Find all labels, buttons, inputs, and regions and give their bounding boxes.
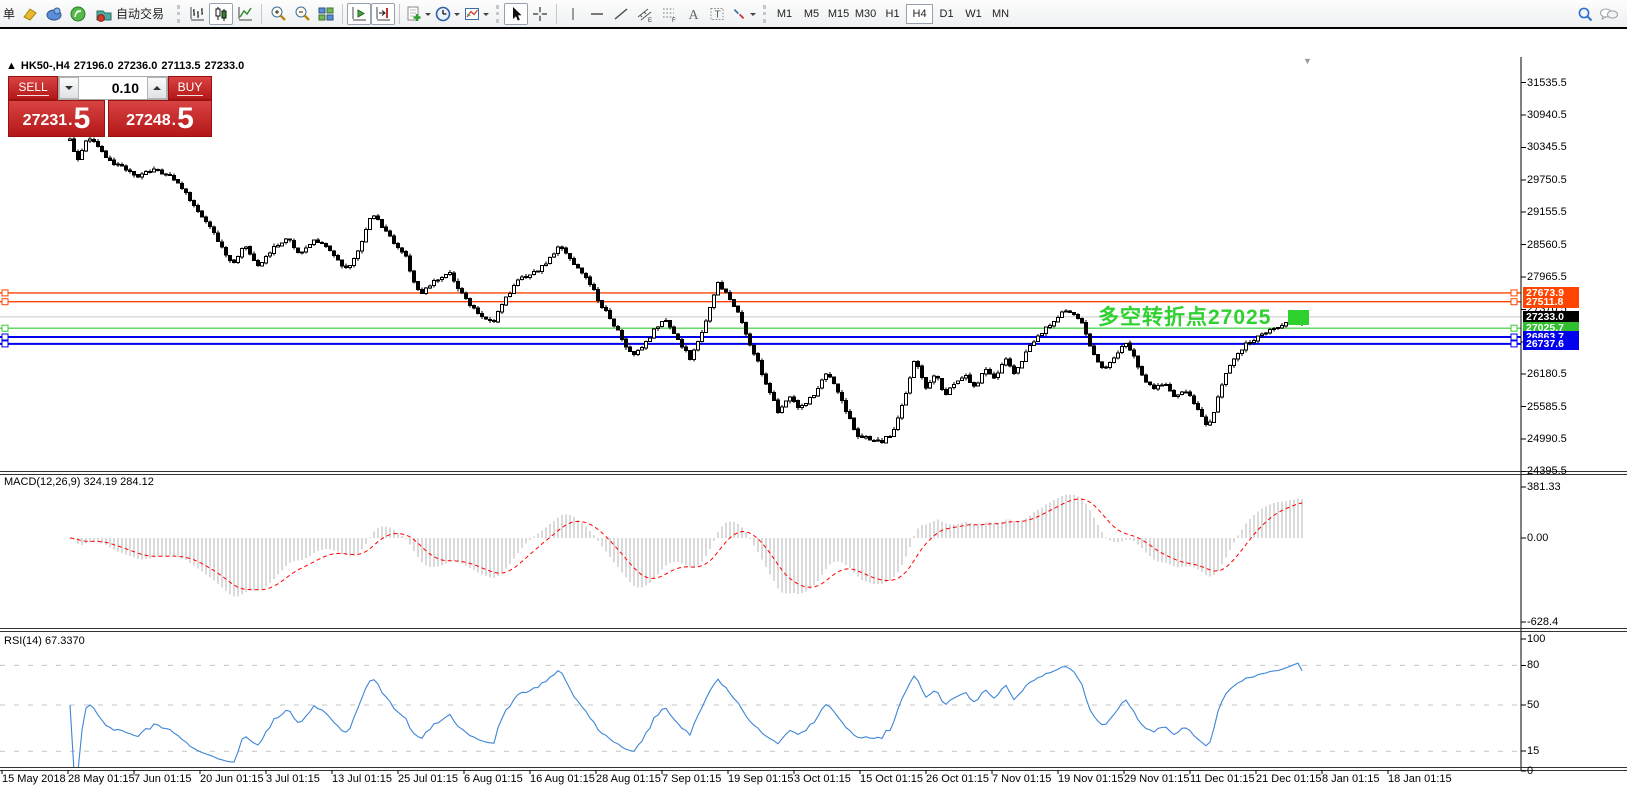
- templates-button[interactable]: [462, 3, 491, 25]
- timeframe-m30[interactable]: M30: [852, 4, 879, 24]
- chart-header: ▲ HK50-,H4 27196.0 27236.027113.5 27233.0: [6, 60, 248, 72]
- ohlc-close: 27233.0: [204, 60, 244, 72]
- svg-text:A: A: [689, 8, 700, 23]
- volume-decrease-button[interactable]: [59, 77, 79, 99]
- add-indicator-icon: [405, 5, 423, 23]
- zoom-out-icon[interactable]: [290, 3, 314, 25]
- toolbar-grip[interactable]: [496, 5, 499, 23]
- periods-button[interactable]: [433, 3, 462, 25]
- dropdown-caret: [483, 13, 489, 19]
- sell-button[interactable]: SELL: [8, 76, 58, 100]
- ohlc-open: 27196.0: [74, 60, 114, 72]
- chart-window[interactable]: 31535.530940.530345.529750.529155.528560…: [0, 27, 1627, 767]
- crosshair-icon[interactable]: [528, 3, 552, 25]
- timeframe-m15[interactable]: M15: [825, 4, 852, 24]
- volume-stepper: 0.10: [58, 76, 168, 100]
- timeframe-w1[interactable]: W1: [960, 4, 987, 24]
- signals-icon[interactable]: [66, 3, 90, 25]
- line-chart-icon[interactable]: [233, 3, 257, 25]
- chart-shift-marker[interactable]: ▼: [1303, 56, 1312, 66]
- zoom-in-icon[interactable]: [266, 3, 290, 25]
- auto-scroll-icon[interactable]: [347, 3, 371, 25]
- template-icon: [463, 5, 481, 23]
- timeframe-h1[interactable]: H1: [879, 4, 906, 24]
- timeframe-group: M1M5M15M30H1H4D1W1MN: [771, 4, 1014, 24]
- timeframe-d1[interactable]: D1: [933, 4, 960, 24]
- dropdown-caret: [454, 13, 460, 19]
- add-indicator-button[interactable]: [404, 3, 433, 25]
- buy-marker[interactable]: [1288, 310, 1309, 325]
- cursor-icon[interactable]: [504, 3, 528, 25]
- triangle-down-icon: [65, 86, 73, 94]
- horizontal-line-icon[interactable]: [585, 3, 609, 25]
- text-tool-icon[interactable]: A: [681, 3, 705, 25]
- main-toolbar: 单 自动交易: [0, 0, 1627, 27]
- ohlc-high: 27236.0: [118, 60, 158, 72]
- arrows-icon: [730, 5, 748, 23]
- timeframe-h4[interactable]: H4: [906, 4, 933, 24]
- metaeditor-icon[interactable]: [18, 3, 42, 25]
- bar-chart-icon[interactable]: [185, 3, 209, 25]
- symbol-period-label: HK50-,H4: [21, 60, 70, 72]
- autotrade-button[interactable]: 自动交易: [90, 3, 172, 25]
- new-order-button[interactable]: 单: [0, 5, 18, 22]
- autotrade-label: 自动交易: [113, 5, 167, 22]
- svg-text:F: F: [672, 18, 676, 23]
- chart-annotation[interactable]: 多空转折点27025: [1098, 301, 1298, 331]
- tile-windows-icon[interactable]: [314, 3, 338, 25]
- chart-canvas[interactable]: [0, 29, 1627, 796]
- buy-button[interactable]: BUY: [168, 76, 212, 100]
- volume-increase-button[interactable]: [147, 77, 167, 99]
- toolbar-grip[interactable]: [763, 5, 766, 23]
- timeframe-m1[interactable]: M1: [771, 4, 798, 24]
- fibonacci-icon[interactable]: F: [657, 3, 681, 25]
- trendline-icon[interactable]: [609, 3, 633, 25]
- sell-price[interactable]: 27231.5: [8, 100, 105, 137]
- toolbar-grip[interactable]: [177, 5, 180, 23]
- equidistant-channel-icon[interactable]: E: [633, 3, 657, 25]
- buy-price[interactable]: 27248.5: [108, 100, 212, 137]
- ohlc-low: 27113.5: [161, 60, 200, 72]
- arrows-tool-button[interactable]: [729, 3, 758, 25]
- collapse-panel-icon[interactable]: ▲: [6, 60, 17, 72]
- volume-input[interactable]: 0.10: [79, 77, 147, 99]
- timeframe-m5[interactable]: M5: [798, 4, 825, 24]
- dropdown-caret: [750, 13, 756, 19]
- autotrade-icon: [95, 5, 113, 23]
- triangle-up-icon: [153, 82, 161, 90]
- clock-icon: [434, 5, 452, 23]
- svg-text:E: E: [648, 18, 652, 23]
- chart-shift-icon[interactable]: [371, 3, 395, 25]
- text-label-icon[interactable]: T: [705, 3, 729, 25]
- timeframe-mn[interactable]: MN: [987, 4, 1014, 24]
- one-click-trading-panel: SELL 0.10 BUY 27231.5 27248.5: [8, 76, 212, 137]
- svg-text:T: T: [715, 9, 721, 20]
- chat-icon[interactable]: [1597, 3, 1621, 25]
- vertical-line-icon[interactable]: [561, 3, 585, 25]
- candlestick-chart-icon[interactable]: [209, 3, 233, 25]
- search-icon[interactable]: [1573, 3, 1597, 25]
- community-icon[interactable]: [42, 3, 66, 25]
- dropdown-caret: [425, 13, 431, 19]
